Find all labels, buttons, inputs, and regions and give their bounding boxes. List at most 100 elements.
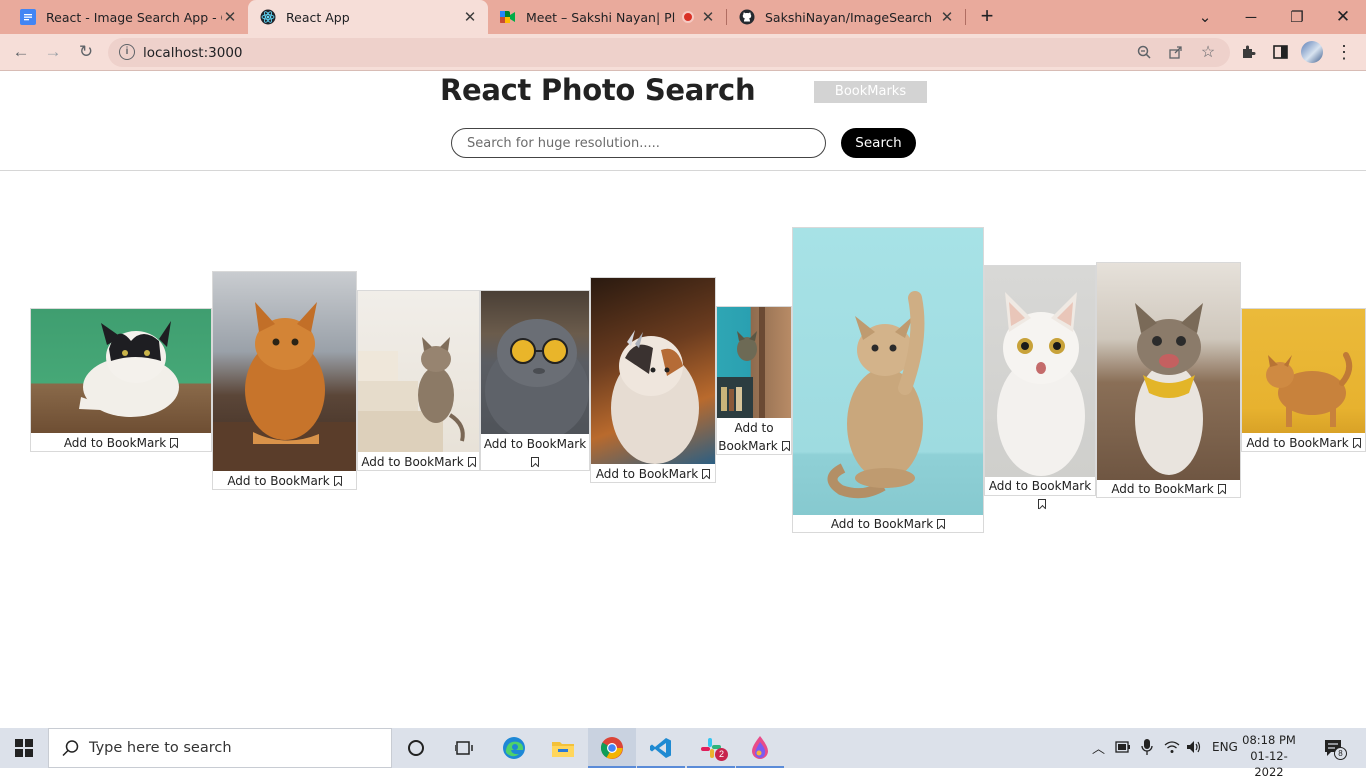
edge-icon[interactable] [490,728,538,768]
cat-image[interactable] [1097,263,1240,480]
tab-title: React App [286,9,350,25]
profile-avatar[interactable] [1301,41,1323,63]
tab-docs[interactable]: React - Image Search App - Goog ✕ [8,0,248,34]
share-icon[interactable] [1166,42,1186,62]
add-to-bookmark-button[interactable]: Add to BookMark [31,434,211,452]
cat-image[interactable] [793,228,983,515]
cat-image[interactable] [591,278,715,464]
image-card: Add to BookMark [30,308,212,452]
add-to-bookmark-label-line1: Add to [734,421,774,435]
notification-count-badge: 8 [1334,747,1347,760]
image-card: Add to BookMark [984,265,1096,509]
tab-title: Meet – Sakshi Nayan| Placem [526,9,676,25]
add-to-bookmark-button[interactable]: Add to BookMark [717,419,791,455]
tab-meet[interactable]: Meet – Sakshi Nayan| Placem ✕ [488,0,726,34]
cat-image[interactable] [31,309,211,433]
search-input[interactable] [451,128,826,158]
add-to-bookmark-button[interactable]: Add to BookMark [985,477,1095,513]
image-card: Add to BookMark [212,271,357,490]
chevron-up-icon[interactable]: ︿ [1092,738,1105,757]
image-card: Add to BookMark [792,227,984,533]
add-to-bookmark-label: Add to BookMark [63,436,167,450]
address-bar[interactable]: i localhost:3000 ☆ [108,38,1230,67]
volume-icon[interactable] [1186,739,1202,758]
image-card: Add to BookMark [590,277,716,483]
url-text[interactable]: localhost:3000 [143,45,243,61]
cat-image[interactable] [717,307,791,418]
reload-icon[interactable]: ↻ [75,41,97,63]
bookmarks-button[interactable]: BookMarks [814,81,927,103]
bookmark-icon [170,438,179,448]
bookmark-star-icon[interactable]: ☆ [1198,42,1218,62]
add-to-bookmark-button[interactable]: Add to BookMark [591,465,715,483]
cortana-icon[interactable] [392,728,440,768]
add-to-bookmark-label: Add to BookMark [830,517,934,531]
close-icon[interactable]: ✕ [222,9,238,25]
forward-icon[interactable]: → [42,41,64,63]
side-panel-icon[interactable] [1269,41,1291,63]
close-icon[interactable]: ✕ [700,9,716,25]
add-to-bookmark-button[interactable]: Add to BookMark [213,472,356,490]
image-card: Add to BookMark [480,290,590,471]
add-to-bookmark-label: Add to BookMark [483,437,587,451]
windows-taskbar: Type here to search 2 ︿ ENG 08:18 PM 01-… [0,728,1366,779]
search-icon [62,739,80,762]
file-explorer-icon[interactable] [539,728,587,768]
zoom-icon[interactable] [1134,42,1154,62]
windows-start-icon[interactable] [0,728,48,768]
cat-image[interactable] [481,291,589,434]
slack-icon[interactable]: 2 [687,728,735,768]
add-to-bookmark-button[interactable]: Add to BookMark [481,435,589,471]
add-to-bookmark-label: Add to BookMark [595,467,699,481]
paint-3d-icon[interactable] [736,728,784,768]
add-to-bookmark-label: Add to BookMark [227,474,330,488]
bookmark-icon [531,457,539,467]
language-indicator[interactable]: ENG [1212,740,1238,754]
add-to-bookmark-button[interactable]: Add to BookMark [358,453,479,471]
battery-icon[interactable] [1115,740,1131,757]
notification-center-icon[interactable]: 8 [1324,739,1347,760]
cat-image[interactable] [985,266,1095,477]
tab-search-icon[interactable]: ⌄ [1182,0,1228,34]
vscode-icon[interactable] [637,728,685,768]
cat-image[interactable] [213,272,356,471]
cat-image[interactable] [358,291,479,452]
add-to-bookmark-label: Add to BookMark [1246,436,1349,450]
react-icon [260,9,276,25]
add-to-bookmark-button[interactable]: Add to BookMark [793,515,983,533]
taskbar-search-placeholder: Type here to search [89,740,232,756]
add-to-bookmark-label: Add to BookMark [361,455,464,469]
restore-button[interactable]: ❐ [1274,0,1320,34]
task-view-icon[interactable] [440,728,488,768]
site-info-icon[interactable]: i [119,44,135,60]
cat-image[interactable] [1242,309,1365,433]
close-icon[interactable]: ✕ [462,9,478,25]
bookmark-icon [333,476,342,486]
app-header: React Photo Search BookMarks Search [0,71,1366,171]
add-to-bookmark-label-line2: BookMark [718,439,778,453]
microphone-icon[interactable] [1141,739,1153,758]
minimize-button[interactable]: ─ [1228,0,1274,34]
google-meet-icon [500,9,516,25]
search-button[interactable]: Search [841,128,916,158]
close-icon[interactable]: ✕ [939,9,955,25]
extensions-icon[interactable] [1237,41,1259,63]
back-icon[interactable]: ← [10,41,32,63]
tab-title: SakshiNayan/ImageSearch [765,9,933,25]
add-to-bookmark-button[interactable]: Add to BookMark [1097,480,1240,498]
clock-time: 08:18 PM [1242,733,1296,747]
add-to-bookmark-button[interactable]: Add to BookMark [1242,434,1365,452]
image-card: Add to BookMark [1096,262,1241,498]
system-clock[interactable]: 08:18 PM 01-12-2022 [1240,732,1298,780]
close-window-button[interactable]: ✕ [1320,0,1366,34]
menu-icon[interactable]: ⋮ [1333,41,1355,63]
new-tab-button[interactable]: + [976,5,998,28]
taskbar-search[interactable]: Type here to search [48,728,392,768]
browser-tab-strip: React - Image Search App - Goog ✕ React … [0,0,1366,34]
wifi-icon[interactable] [1164,740,1180,757]
bookmark-icon [1217,484,1226,494]
tab-react-app[interactable]: React App ✕ [248,0,488,34]
image-card: Add to BookMark [357,290,480,471]
tab-github[interactable]: SakshiNayan/ImageSearch ✕ [727,0,965,34]
chrome-icon[interactable] [588,728,636,768]
